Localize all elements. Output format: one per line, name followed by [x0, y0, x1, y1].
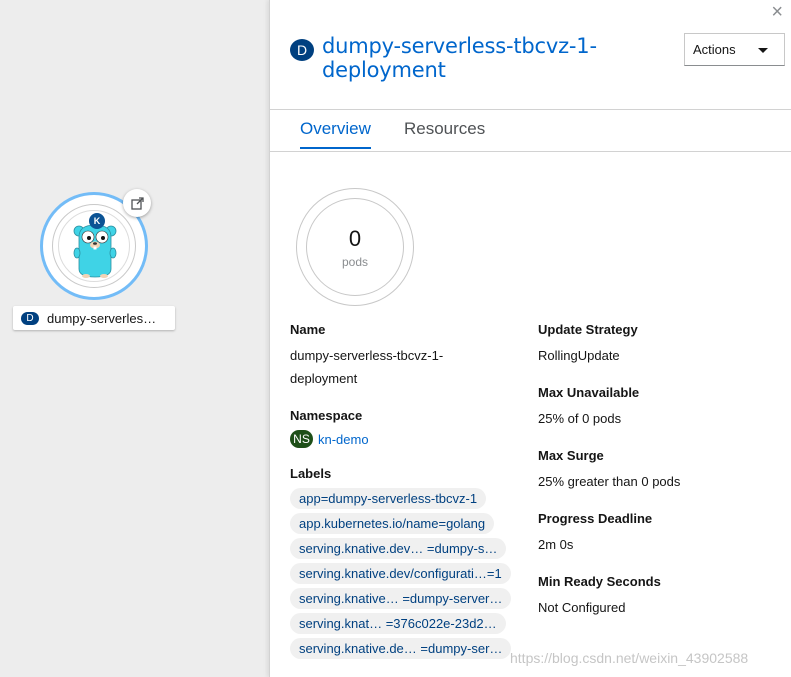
detail-name: Name dumpy-serverless-tbcvz-1- deploymen… [290, 322, 530, 390]
max-surge-value: 25% greater than 0 pods [538, 474, 681, 489]
name-value-line2: deployment [290, 371, 358, 386]
min-ready-label: Min Ready Seconds [538, 574, 661, 589]
topology-canvas[interactable]: K D dumpy-serverles… [0, 0, 269, 677]
min-ready-value: Not Configured [538, 600, 626, 615]
page-title[interactable]: dumpy-serverless-tbcvz-1-deployment [322, 34, 622, 82]
namespace-badge: NS [290, 430, 313, 448]
update-strategy-label: Update Strategy [538, 322, 638, 337]
side-panel: × D dumpy-serverless-tbcvz-1-deployment … [269, 0, 791, 677]
name-value-line1: dumpy-serverless-tbcvz-1- [290, 348, 444, 363]
open-url-button[interactable] [123, 189, 151, 217]
pod-ring: 0 pods [296, 188, 414, 306]
watermark: https://blog.csdn.net/weixin_43902588 [510, 650, 749, 666]
actions-label: Actions [693, 42, 736, 57]
tab-overview[interactable]: Overview [300, 119, 371, 149]
label-chip[interactable]: serving.knat… =376c022e-23d2… [290, 613, 506, 634]
update-strategy-value: RollingUpdate [538, 348, 620, 363]
name-label: Name [290, 322, 326, 337]
max-unavailable-value: 25% of 0 pods [538, 411, 622, 426]
close-icon[interactable]: × [771, 2, 783, 22]
tab-resources[interactable]: Resources [404, 119, 485, 147]
details-left: Name dumpy-serverless-tbcvz-1- deploymen… [290, 322, 530, 677]
detail-labels: Labels app=dumpy-serverless-tbcvz-1 app.… [290, 466, 530, 663]
label-chip[interactable]: app.kubernetes.io/name=golang [290, 513, 495, 534]
namespace-row: NS kn-demo [290, 430, 530, 448]
tab-bar: Overview Resources [270, 109, 791, 152]
node-label-text: dumpy-serverles… [47, 310, 157, 326]
external-link-icon [130, 196, 144, 210]
progress-deadline-value: 2m 0s [538, 537, 574, 552]
detail-max-surge: Max Surge 25% greater than 0 pods [538, 448, 778, 493]
namespace-link[interactable]: kn-demo [318, 432, 369, 447]
caret-down-icon [758, 48, 768, 53]
knative-badge: K [89, 213, 105, 229]
detail-progress-deadline: Progress Deadline 2m 0s [538, 511, 778, 556]
labels-list: app=dumpy-serverless-tbcvz-1 app.kuberne… [290, 488, 530, 663]
deployment-badge: D [21, 311, 39, 325]
pod-unit: pods [341, 254, 369, 269]
label-chip[interactable]: serving.knative.de… =dumpy-ser… [290, 638, 512, 659]
progress-deadline-label: Progress Deadline [538, 511, 653, 526]
node-label[interactable]: D dumpy-serverles… [13, 306, 175, 330]
pod-count: 0 [348, 225, 362, 251]
max-unavailable-label: Max Unavailable [538, 385, 640, 400]
detail-max-unavailable: Max Unavailable 25% of 0 pods [538, 385, 778, 430]
detail-min-ready: Min Ready Seconds Not Configured [538, 574, 778, 619]
namespace-label: Namespace [290, 408, 363, 423]
max-surge-label: Max Surge [538, 448, 604, 463]
label-chip[interactable]: serving.knative… =dumpy-server… [290, 588, 512, 609]
panel-header: D dumpy-serverless-tbcvz-1-deployment [290, 34, 622, 82]
detail-update-strategy: Update Strategy RollingUpdate [538, 322, 778, 367]
label-chip[interactable]: app=dumpy-serverless-tbcvz-1 [290, 488, 487, 509]
labels-label: Labels [290, 466, 332, 481]
detail-namespace: Namespace NS kn-demo [290, 408, 530, 448]
label-chip[interactable]: serving.knative.dev… =dumpy-s… [290, 538, 507, 559]
details-right: Update Strategy RollingUpdate Max Unavai… [538, 322, 778, 637]
pod-ring-inner: 0 pods [306, 198, 404, 296]
label-chip[interactable]: serving.knative.dev/configurati…=1 [290, 563, 511, 584]
deployment-badge: D [290, 39, 314, 61]
actions-dropdown[interactable]: Actions [684, 33, 785, 66]
